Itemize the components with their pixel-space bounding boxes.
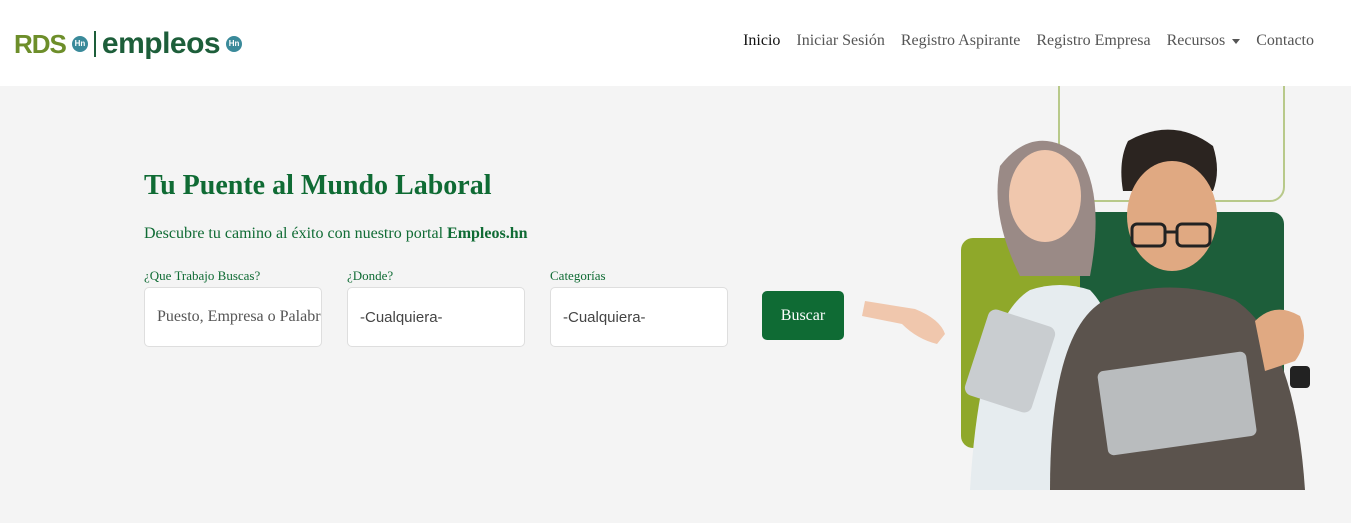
top-navbar: RDS Hn empleos Hn Inicio Iniciar Sesión … [0, 0, 1351, 86]
job-search-input[interactable]: Puesto, Empresa o Palabra clave [144, 287, 322, 347]
nav-item-inicio[interactable]: Inicio [743, 32, 780, 50]
hero-illustration [850, 86, 1351, 490]
job-search-field: ¿Que Trabajo Buscas? Puesto, Empresa o P… [144, 268, 322, 347]
nav-item-recursos-label: Recursos [1166, 32, 1226, 49]
nav-item-registro-empresa[interactable]: Registro Empresa [1036, 32, 1150, 50]
empleos-hn-badge: Hn [226, 36, 243, 52]
logo-divider [93, 31, 96, 57]
hero-subtitle-text: Descubre tu camino al éxito con nuestro … [144, 225, 444, 242]
rds-hn-badge: Hn [71, 36, 88, 52]
location-field: ¿Donde? -Cualquiera- [347, 268, 525, 347]
hero-subtitle: Descubre tu camino al éxito con nuestro … [144, 225, 527, 243]
category-label: Categorías [550, 268, 606, 283]
hero-title: Tu Puente al Mundo Laboral [144, 170, 492, 201]
nav-item-iniciar-sesion[interactable]: Iniciar Sesión [796, 32, 884, 50]
location-select[interactable]: -Cualquiera- [347, 287, 525, 347]
nav-item-registro-aspirante[interactable]: Registro Aspirante [901, 32, 1021, 50]
category-field: Categorías -Cualquiera- [550, 268, 728, 347]
hero-subtitle-brand: Empleos.hn [447, 225, 528, 242]
search-button[interactable]: Buscar [762, 291, 844, 340]
rds-logo: RDS [14, 28, 67, 59]
chevron-down-icon [1232, 38, 1241, 44]
job-search-label: ¿Que Trabajo Buscas? [144, 268, 261, 283]
main-nav: Inicio Iniciar Sesión Registro Aspirante… [743, 32, 1314, 50]
nav-item-recursos-dropdown[interactable]: Recursos [1167, 32, 1241, 50]
category-select[interactable]: -Cualquiera- [550, 287, 728, 347]
hero-people-image [862, 86, 1310, 490]
empleos-logo: empleos [101, 27, 221, 60]
nav-item-contacto[interactable]: Contacto [1256, 32, 1314, 50]
site-logo[interactable]: RDS Hn empleos Hn [14, 26, 243, 62]
location-label: ¿Donde? [347, 268, 394, 283]
